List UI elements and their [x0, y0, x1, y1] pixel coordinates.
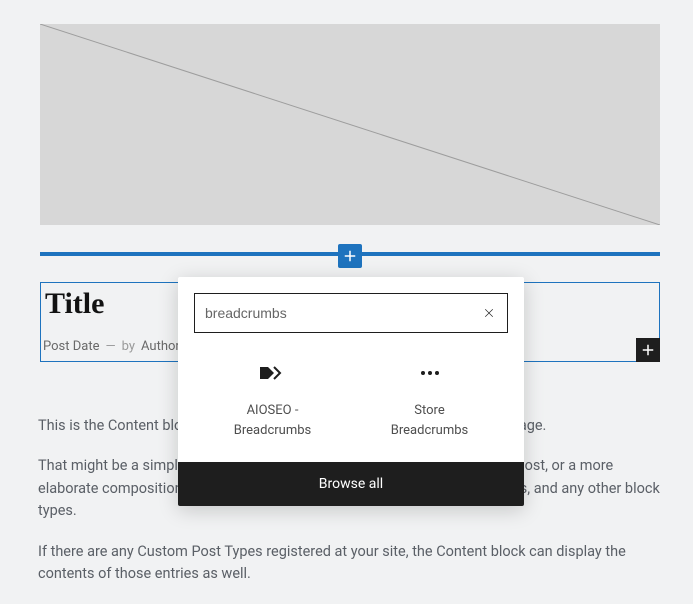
block-result-store-breadcrumbs[interactable]: Store Breadcrumbs [351, 359, 508, 440]
plus-icon [639, 341, 657, 359]
search-wrap [178, 277, 524, 341]
meta-separator: — [105, 339, 115, 354]
ellipsis-icon [420, 359, 440, 387]
meta-by: by [122, 339, 135, 354]
post-author: Author [141, 339, 180, 354]
placeholder-icon [40, 24, 660, 225]
post-date: Post Date [43, 339, 99, 354]
add-block-button[interactable] [338, 244, 362, 268]
block-result-label: Store Breadcrumbs [391, 401, 468, 440]
search-results: AIOSEO - Breadcrumbs Store Breadcrumbs [178, 341, 524, 462]
clear-search-button[interactable] [481, 305, 497, 321]
browse-all-button[interactable]: Browse all [178, 462, 524, 506]
block-inserter-popover: AIOSEO - Breadcrumbs Store Breadcrumbs B… [178, 277, 524, 506]
block-search-input[interactable] [205, 305, 481, 321]
add-block-after-button[interactable] [636, 338, 660, 362]
breadcrumbs-chevron-icon [260, 359, 286, 387]
plus-icon [341, 247, 359, 265]
close-icon [481, 305, 497, 321]
content-paragraph: If there are any Custom Post Types regis… [38, 541, 662, 586]
block-result-aioseo-breadcrumbs[interactable]: AIOSEO - Breadcrumbs [194, 359, 351, 440]
featured-image-placeholder[interactable] [40, 24, 660, 225]
block-result-label: AIOSEO - Breadcrumbs [234, 401, 311, 440]
search-box [194, 293, 508, 333]
